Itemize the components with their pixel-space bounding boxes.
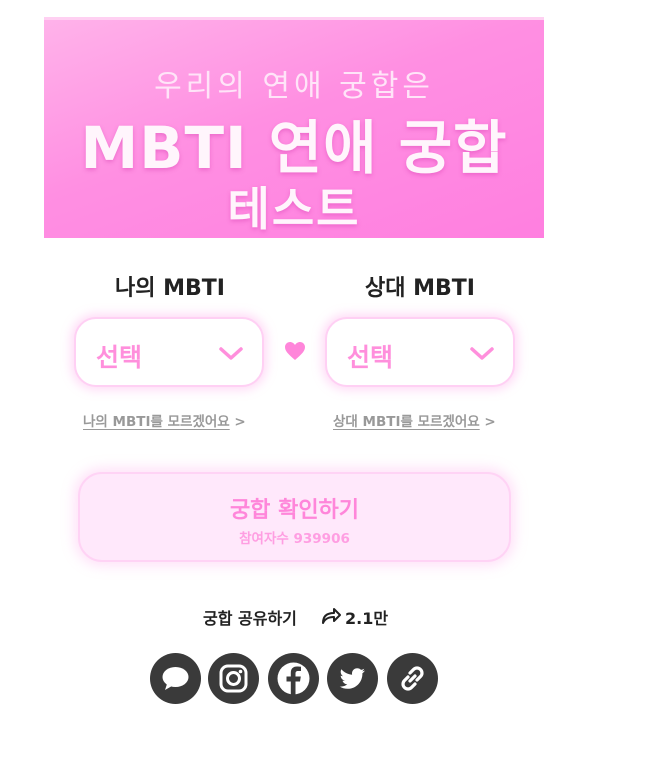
instagram-icon xyxy=(219,664,248,693)
top-header-fragment xyxy=(0,0,653,4)
partner-mbti-unknown-link[interactable]: 상대 MBTI를 모르겠어요 > xyxy=(333,410,496,430)
partner-mbti-select[interactable]: 선택 xyxy=(325,317,515,387)
twitter-icon xyxy=(339,668,365,689)
share-arrow-icon[interactable] xyxy=(320,607,342,625)
kakao-share-button[interactable] xyxy=(150,653,201,704)
heart-icon xyxy=(285,342,305,360)
partner-mbti-select-value: 선택 xyxy=(347,343,394,372)
check-compatibility-button[interactable]: 궁합 확인하기 참여자수 939906 xyxy=(78,472,511,562)
share-count: 2.1만 xyxy=(345,609,389,628)
kakao-talk-icon xyxy=(162,667,189,690)
chevron-down-icon xyxy=(219,347,243,360)
partner-mbti-label: 상대 MBTI xyxy=(365,276,475,301)
my-mbti-select[interactable]: 선택 xyxy=(74,317,264,387)
link-icon xyxy=(401,666,424,691)
instagram-share-button[interactable] xyxy=(208,653,259,704)
my-mbti-label: 나의 MBTI xyxy=(115,276,225,301)
participant-count: 참여자수 939906 xyxy=(239,531,350,547)
copy-link-button[interactable] xyxy=(387,653,438,704)
banner-divider xyxy=(44,17,544,20)
facebook-icon xyxy=(277,662,310,697)
link-arrow: > xyxy=(234,414,246,430)
test-banner: 우리의 연애 궁합은 MBTI 연애 궁합 테스트 xyxy=(44,17,544,238)
my-mbti-select-value: 선택 xyxy=(96,343,143,372)
banner-title-line2: 테스트 xyxy=(227,182,361,236)
share-label: 궁합 공유하기 xyxy=(203,609,297,628)
facebook-share-button[interactable] xyxy=(268,653,319,704)
partner-mbti-unknown-link-text: 상대 MBTI를 모르겠어요 xyxy=(333,414,480,430)
twitter-share-button[interactable] xyxy=(327,653,378,704)
link-arrow: > xyxy=(484,414,496,430)
check-compatibility-label: 궁합 확인하기 xyxy=(229,498,360,523)
chevron-down-icon xyxy=(470,347,494,360)
my-mbti-unknown-link[interactable]: 나의 MBTI를 모르겠어요 > xyxy=(83,410,246,430)
share-row: 궁합 공유하기 2.1만 xyxy=(0,603,653,629)
my-mbti-unknown-link-text: 나의 MBTI를 모르겠어요 xyxy=(83,414,230,430)
banner-subtitle: 우리의 연애 궁합은 xyxy=(154,69,434,104)
